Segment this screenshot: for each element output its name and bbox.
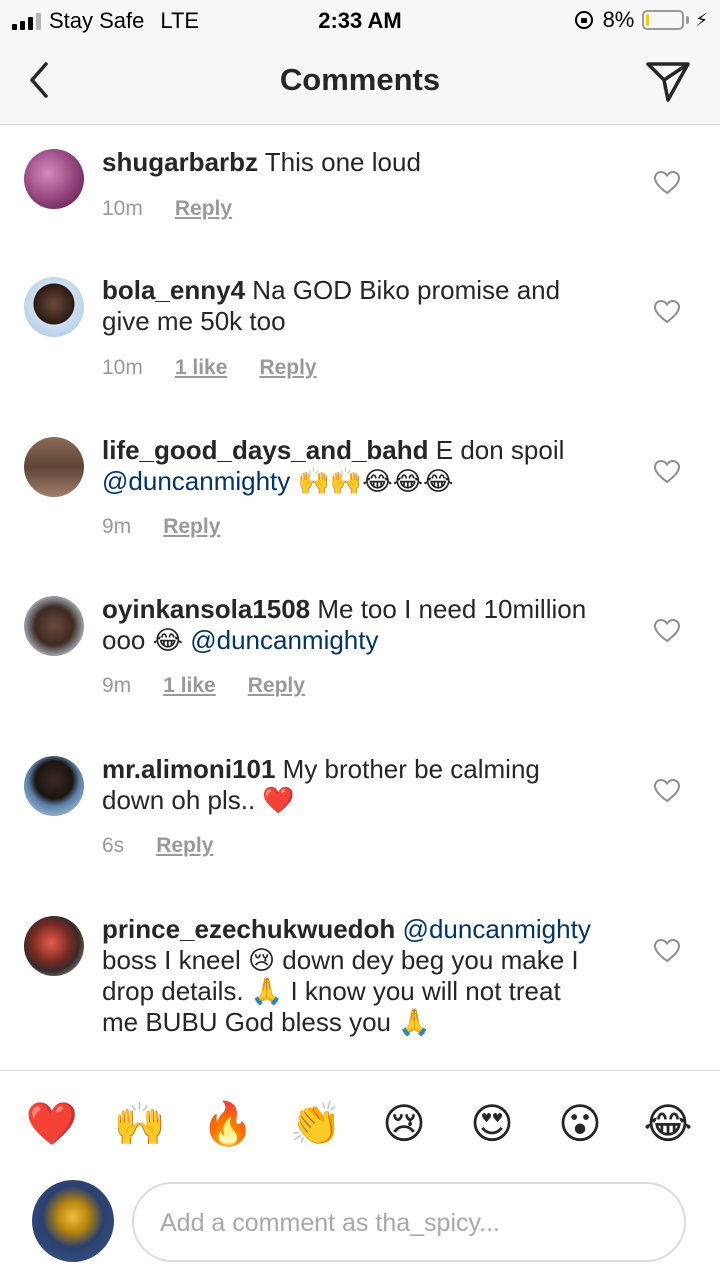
comment-time: 6s [102,834,125,857]
quick-reactions-bar: ❤️ 🙌 🔥 👏 😢 😍 😮 😂 [0,1070,720,1181]
likes-count-link[interactable]: 1 like [163,674,216,698]
comment-body: This one loud [264,147,421,177]
comment-meta: 9m Reply [102,515,252,539]
comment-item: mr.alimoni101 My brother be calming down… [0,745,720,905]
comment-body: E don spoil [435,435,565,465]
comment-username[interactable]: prince_ezechukwuedoh [102,914,395,944]
reaction-crying-button[interactable]: 😢 [374,1097,434,1151]
comment-text: bola_enny4 Na GOD Biko promise and give … [102,275,602,337]
battery-percent: 8% [602,7,635,32]
comment-text: life_good_days_and_bahd E don spoil @dun… [102,435,602,497]
rotation-lock-icon [574,11,593,29]
like-heart-icon[interactable] [654,300,680,324]
comment-item: oyinkansola1508 Me too I need 10million … [0,585,720,745]
comment-item: life_good_days_and_bahd E don spoil @dun… [0,425,720,585]
comment-item: bola_enny4 Na GOD Biko promise and give … [0,265,720,425]
reaction-heart-eyes-button[interactable]: 😍 [462,1097,522,1151]
likes-count-link[interactable]: 1 like [175,356,228,380]
reply-button[interactable]: Reply [175,197,232,221]
reply-button[interactable]: Reply [259,356,316,380]
status-right: 8% ⚡ [574,7,708,33]
comment-mention[interactable]: @duncanmighty [102,466,290,496]
like-heart-icon[interactable] [654,619,680,643]
comment-body: boss I kneel 😢 down dey beg you make I d… [102,945,579,1037]
current-user-avatar [32,1180,114,1262]
reaction-clap-button[interactable]: 👏 [286,1097,346,1151]
comments-list[interactable]: shugarbarbz This one loud 10m Reply bola… [0,125,720,1069]
avatar[interactable] [24,916,84,976]
page-title: Comments [279,62,441,97]
reaction-wow-button[interactable]: 😮 [550,1097,610,1151]
comment-time: 9m [102,674,132,697]
reaction-heart-button[interactable]: ❤️ [22,1097,82,1151]
battery-nub [686,16,690,24]
like-heart-icon[interactable] [654,460,680,484]
comment-composer [0,1180,720,1280]
avatar[interactable] [24,437,84,497]
avatar[interactable] [24,149,84,209]
reply-button[interactable]: Reply [163,515,220,539]
reply-button[interactable]: Reply [156,834,213,858]
comment-time: 10m [102,356,143,379]
comment-meta: 9m 1 like Reply [102,674,337,698]
comment-item: prince_ezechukwuedoh @duncanmighty boss … [0,905,720,1069]
comment-mention[interactable]: @duncanmighty [190,625,378,655]
avatar[interactable] [24,277,84,337]
paper-plane-icon [646,62,690,102]
comment-text: mr.alimoni101 My brother be calming down… [102,754,602,816]
comment-text: prince_ezechukwuedoh @duncanmighty boss … [102,914,602,1038]
comment-username[interactable]: bola_enny4 [102,275,245,305]
comment-emojis: 🙌🙌😂😂😂 [297,466,454,496]
reaction-raised-hands-button[interactable]: 🙌 [110,1097,170,1151]
comment-text: oyinkansola1508 Me too I need 10million … [102,594,602,656]
battery-fill [646,14,650,26]
like-heart-icon[interactable] [654,779,680,803]
charging-bolt-icon: ⚡ [695,9,708,30]
comment-input-wrapper[interactable] [132,1182,686,1262]
reaction-fire-button[interactable]: 🔥 [198,1097,258,1151]
avatar[interactable] [24,756,84,816]
comment-meta: 10m Reply [102,197,264,221]
status-bar: Stay Safe LTE 2:33 AM 8% ⚡ [0,0,720,40]
battery-icon [642,10,685,30]
comment-username[interactable]: life_good_days_and_bahd [102,435,429,465]
comment-time: 9m [102,515,132,538]
comment-username[interactable]: mr.alimoni101 [102,754,275,784]
comment-input[interactable] [158,1184,662,1262]
like-heart-icon[interactable] [654,171,680,195]
comment-text: shugarbarbz This one loud [102,147,602,178]
avatar[interactable] [24,596,84,656]
comment-username[interactable]: oyinkansola1508 [102,594,310,624]
comment-meta: 6s Reply [102,834,245,858]
comment-username[interactable]: shugarbarbz [102,147,258,177]
comment-time: 10m [102,197,143,220]
reaction-laughing-button[interactable]: 😂 [638,1097,698,1151]
reply-button[interactable]: Reply [248,674,305,698]
comment-meta: 10m 1 like Reply [102,356,349,380]
comments-header: Comments [0,40,720,125]
like-heart-icon[interactable] [654,939,680,963]
share-button[interactable] [644,56,692,104]
comment-item: shugarbarbz This one loud 10m Reply [0,125,720,265]
comment-mention[interactable]: @duncanmighty [403,914,591,944]
